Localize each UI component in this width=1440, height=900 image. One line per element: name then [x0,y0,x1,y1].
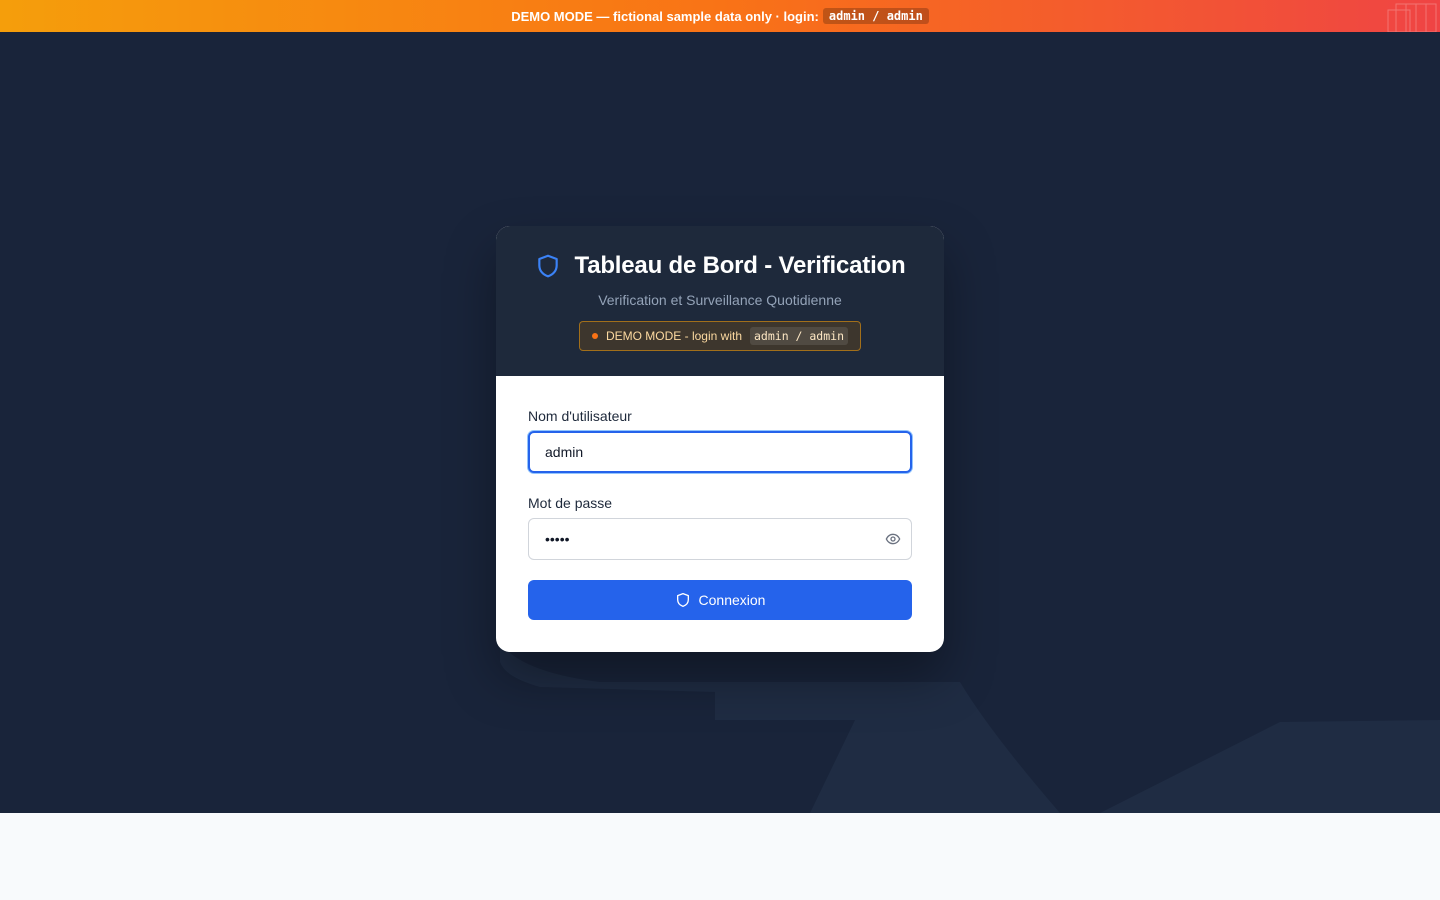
demo-banner-credentials: admin / admin [822,8,929,24]
password-field-wrap [528,518,912,560]
page-footer-area [0,813,1440,900]
username-field-wrap [528,431,912,473]
title-row: Tableau de Bord - Verification [535,252,906,280]
shield-icon [537,254,558,278]
login-card: Tableau de Bord - Verification Verificat… [496,226,944,652]
password-label: Mot de passe [528,495,613,511]
show-password-button[interactable] [884,530,902,548]
username-input[interactable] [528,431,912,473]
page-subtitle: Verification et Surveillance Quotidienne [598,292,842,308]
login-button[interactable]: Connexion [528,580,912,620]
page-title: Tableau de Bord - Verification [574,252,906,279]
banner-decoration-icon [1387,3,1437,32]
shield-icon [676,593,689,607]
eye-icon [885,533,901,545]
demo-banner-text: DEMO MODE — fictional sample data only ·… [511,8,819,24]
login-button-label: Connexion [698,592,766,608]
demo-mode-notice: DEMO MODE - login with admin / admin [578,321,862,351]
status-dot-icon [591,333,598,339]
demo-mode-notice-text: DEMO MODE - login with [605,329,742,343]
demo-mode-credentials: admin / admin [750,327,849,345]
password-input[interactable] [528,518,912,560]
password-group: Mot de passe [528,495,912,560]
username-label: Nom d'utilisateur [528,408,632,424]
login-form: Nom d'utilisateur Mot de passe Connexion [496,376,944,620]
demo-banner: DEMO MODE — fictional sample data only ·… [0,0,1440,32]
login-card-header: Tableau de Bord - Verification Verificat… [496,226,944,376]
